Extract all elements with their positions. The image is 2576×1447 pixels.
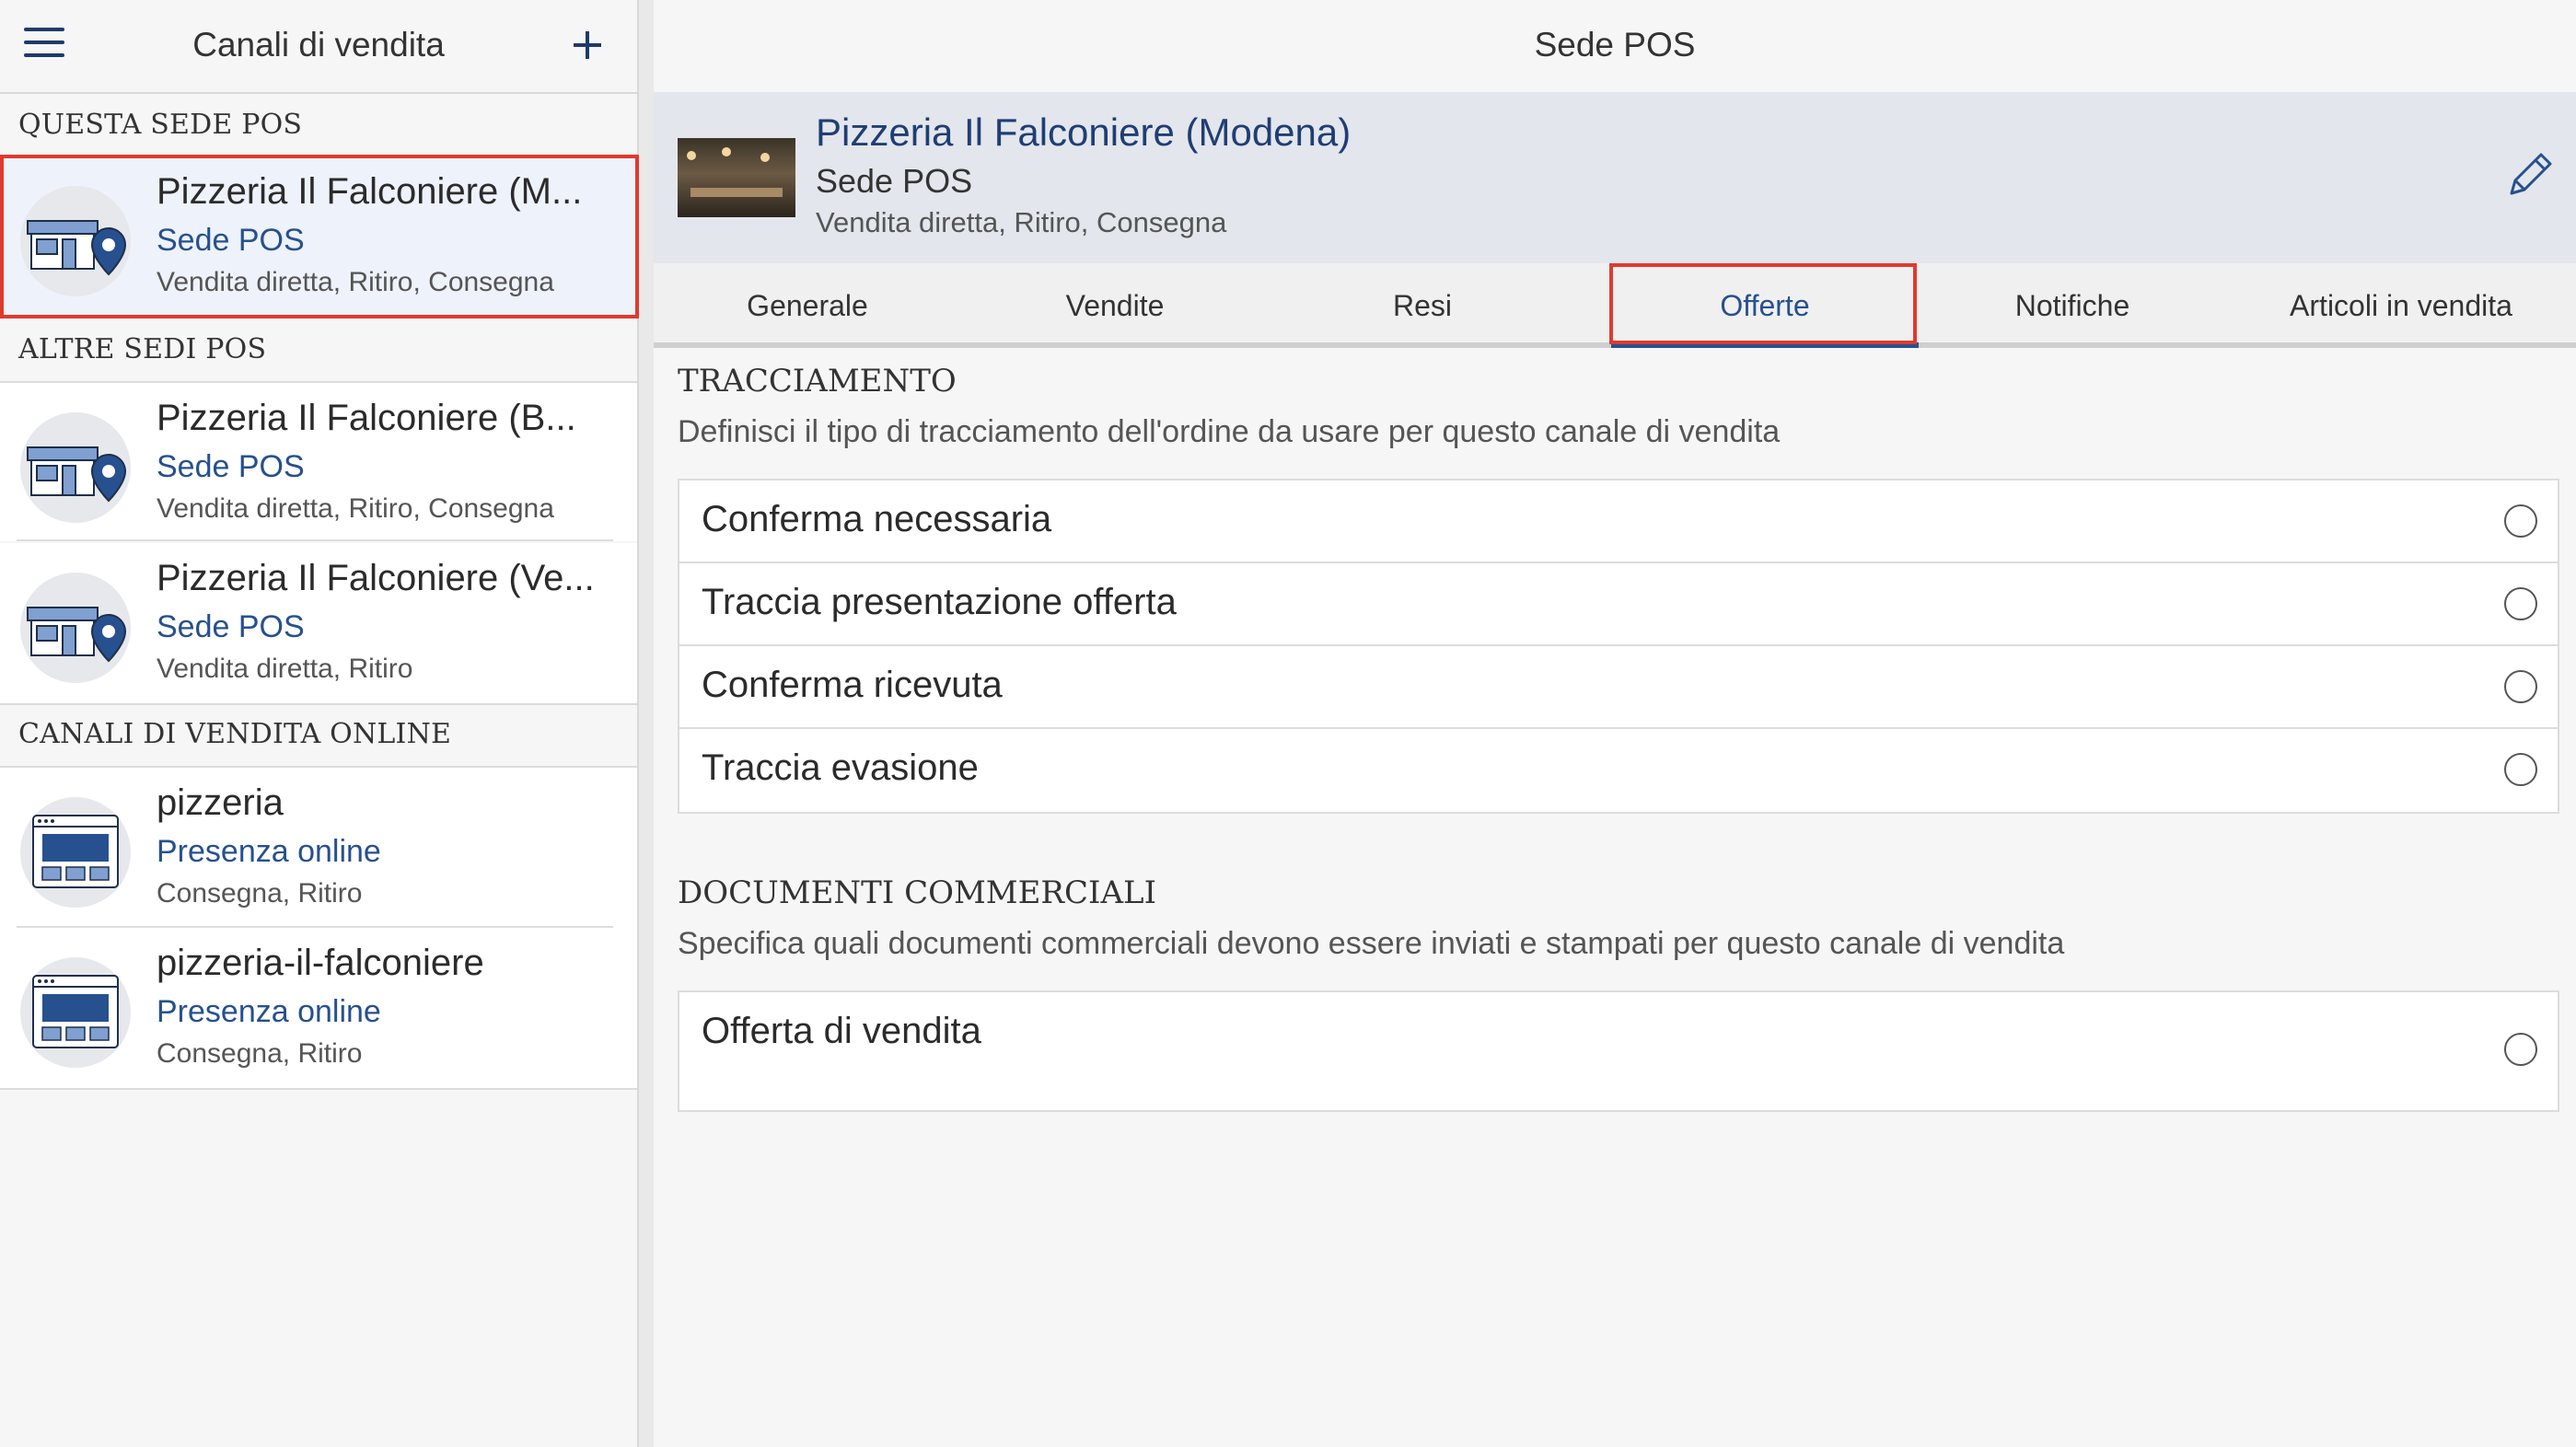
tab-articoli[interactable]: Articoli in vendita bbox=[2226, 263, 2576, 342]
radio-button[interactable] bbox=[2504, 753, 2537, 786]
browser-window-icon bbox=[20, 797, 131, 908]
tab-offerte[interactable]: Offerte bbox=[1611, 263, 1919, 348]
edit-button[interactable] bbox=[2502, 147, 2558, 203]
location-photo bbox=[678, 138, 795, 217]
tab-vendite[interactable]: Vendite bbox=[961, 263, 1269, 342]
channel-name: pizzeria-il-falconiere bbox=[157, 943, 484, 983]
location-card: Pizzeria Il Falconiere (Modena) Sede POS… bbox=[654, 92, 2576, 263]
radio-button[interactable] bbox=[2504, 670, 2537, 703]
channel-name: Pizzeria Il Falconiere (M... bbox=[157, 171, 583, 212]
channel-desc: Consegna, Ritiro bbox=[157, 1038, 363, 1069]
channel-name: Pizzeria Il Falconiere (B... bbox=[157, 398, 576, 438]
option-row[interactable]: Offerta di vendita bbox=[679, 992, 2558, 1110]
tracking-options: Conferma necessaria Traccia presentazion… bbox=[678, 479, 2559, 814]
channel-item[interactable]: Pizzeria Il Falconiere (B... Sede POS Ve… bbox=[0, 383, 637, 541]
radio-button[interactable] bbox=[2504, 504, 2537, 538]
store-location-icon bbox=[20, 412, 131, 523]
channel-type: Sede POS bbox=[157, 449, 305, 484]
channel-item[interactable]: pizzeria Presenza online Consegna, Ritir… bbox=[0, 768, 637, 928]
tab-resi[interactable]: Resi bbox=[1269, 263, 1576, 342]
section-this-pos: QUESTA SEDE POS bbox=[18, 109, 303, 141]
option-row[interactable]: Conferma ricevuta bbox=[679, 646, 2558, 729]
channel-item[interactable]: Pizzeria Il Falconiere (M... Sede POS Ve… bbox=[0, 156, 637, 315]
channel-type: Presenza online bbox=[157, 834, 381, 869]
right-header: Sede POS bbox=[654, 0, 2576, 94]
location-type: Sede POS bbox=[816, 162, 973, 200]
document-options: Offerta di vendita bbox=[678, 990, 2559, 1112]
channel-name: Pizzeria Il Falconiere (Ve... bbox=[157, 558, 595, 598]
channel-type: Presenza online bbox=[157, 994, 381, 1029]
option-label: Traccia presentazione offerta bbox=[702, 582, 1177, 622]
option-label: Traccia evasione bbox=[702, 747, 979, 788]
option-row[interactable]: Conferma necessaria bbox=[679, 480, 2558, 563]
option-label: Offerta di vendita bbox=[702, 1011, 981, 1051]
store-location-icon bbox=[20, 186, 131, 296]
left-panel-title: Canali di vendita bbox=[192, 26, 445, 64]
channel-desc: Consegna, Ritiro bbox=[157, 878, 363, 909]
add-channel-button[interactable] bbox=[567, 22, 608, 66]
sales-channels-panel: Canali di vendita QUESTA SEDE POS Pizzer… bbox=[0, 0, 639, 1447]
tab-notifiche[interactable]: Notifiche bbox=[1919, 263, 2226, 342]
radio-button[interactable] bbox=[2504, 1033, 2537, 1066]
left-header: Canali di vendita bbox=[0, 0, 637, 94]
option-row[interactable]: Traccia evasione bbox=[679, 729, 2558, 812]
divider bbox=[0, 1088, 637, 1090]
documents-desc: Specifica quali documenti commerciali de… bbox=[678, 926, 2065, 961]
channel-desc: Vendita diretta, Ritiro, Consegna bbox=[157, 493, 554, 524]
channel-type: Sede POS bbox=[157, 223, 305, 258]
plus-icon bbox=[574, 31, 601, 59]
tab-bar: Generale Vendite Resi Offerte Notifiche … bbox=[654, 263, 2576, 348]
panel-divider[interactable] bbox=[639, 0, 654, 1447]
channel-name: pizzeria bbox=[157, 782, 284, 823]
channel-desc: Vendita diretta, Ritiro, Consegna bbox=[157, 267, 554, 297]
option-label: Conferma ricevuta bbox=[702, 665, 1003, 705]
page-title: Sede POS bbox=[1534, 26, 1696, 64]
store-location-icon bbox=[20, 573, 131, 683]
channel-item[interactable]: Pizzeria Il Falconiere (Ve... Sede POS V… bbox=[0, 543, 637, 703]
channel-desc: Vendita diretta, Ritiro bbox=[157, 654, 413, 684]
channel-item[interactable]: pizzeria-il-falconiere Presenza online C… bbox=[0, 928, 637, 1088]
section-other-pos: ALTRE SEDI POS bbox=[18, 333, 267, 365]
option-row[interactable]: Traccia presentazione offerta bbox=[679, 563, 2558, 646]
tracking-title: TRACCIAMENTO bbox=[678, 363, 957, 399]
location-desc: Vendita diretta, Ritiro, Consegna bbox=[816, 206, 1227, 238]
option-label: Conferma necessaria bbox=[702, 499, 1052, 539]
documents-title: DOCUMENTI COMMERCIALI bbox=[678, 874, 1157, 911]
location-name: Pizzeria Il Falconiere (Modena) bbox=[816, 110, 1352, 154]
section-online: CANALI DI VENDITA ONLINE bbox=[18, 718, 452, 750]
tab-generale[interactable]: Generale bbox=[654, 263, 961, 342]
browser-window-icon bbox=[20, 957, 131, 1068]
tracking-desc: Definisci il tipo di tracciamento dell'o… bbox=[678, 414, 1781, 449]
channel-type: Sede POS bbox=[157, 609, 305, 644]
divider bbox=[0, 703, 637, 705]
pencil-icon bbox=[2510, 153, 2552, 195]
radio-button[interactable] bbox=[2504, 587, 2537, 620]
